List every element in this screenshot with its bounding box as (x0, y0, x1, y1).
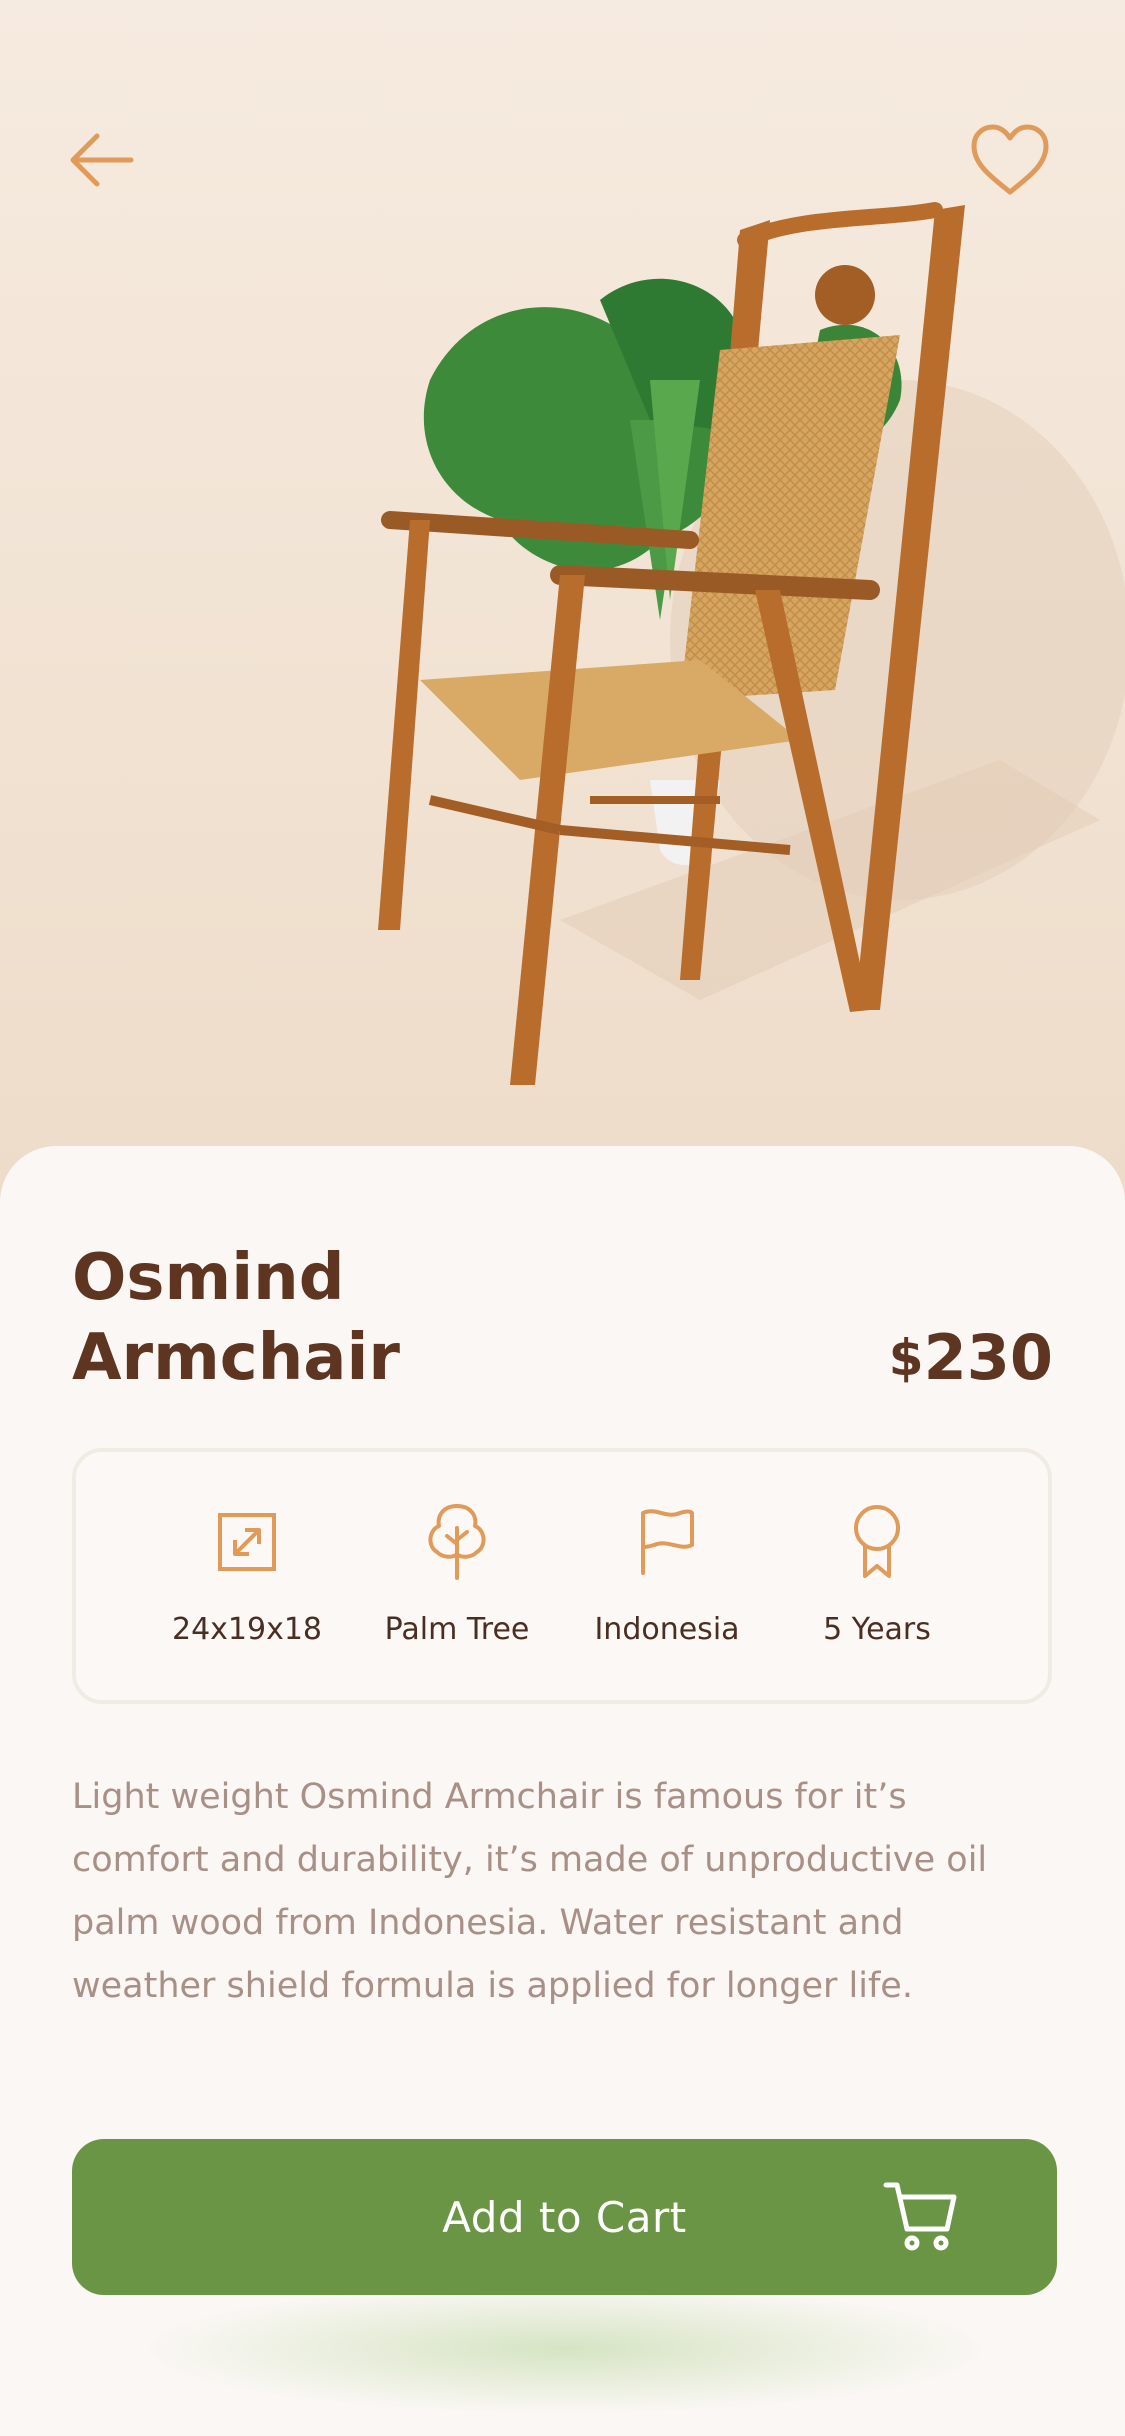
cart-button-glow (140, 2284, 990, 2414)
spec-material: Palm Tree (352, 1452, 562, 1700)
armchair-image (378, 202, 1125, 1085)
product-title-line2: Armchair (72, 1321, 400, 1395)
product-title-line1: Osmind (72, 1241, 345, 1315)
spec-origin-label: Indonesia (594, 1612, 740, 1647)
arrow-left-icon (70, 133, 134, 187)
product-photo (0, 0, 1125, 1200)
product-price: $230 (889, 1318, 1053, 1398)
spec-dimensions: 24x19x18 (142, 1452, 352, 1700)
favorite-button[interactable] (970, 120, 1050, 200)
add-to-cart-label: Add to Cart (442, 2192, 687, 2242)
currency-symbol: $ (888, 1329, 924, 1387)
spec-dimensions-label: 24x19x18 (171, 1612, 323, 1647)
flag-icon (641, 1509, 694, 1575)
shopping-cart-icon (883, 2182, 957, 2251)
expand-dimensions-icon (218, 1513, 276, 1571)
heart-icon (971, 124, 1049, 195)
back-button[interactable] (62, 120, 142, 200)
product-title: Osmind Armchair (72, 1238, 672, 1398)
award-ribbon-icon (854, 1505, 900, 1578)
add-to-cart-button[interactable]: Add to Cart (72, 2139, 1057, 2295)
product-description: Light weight Osmind Armchair is famous f… (72, 1777, 988, 2006)
price-value: 230 (923, 1321, 1053, 1394)
tree-icon (428, 1504, 486, 1580)
product-details-sheet: Osmind Armchair $230 24x19x18 Palm Tree (0, 1146, 1125, 2436)
spec-warranty: 5 Years (772, 1452, 982, 1700)
spec-material-label: Palm Tree (384, 1612, 530, 1647)
spec-warranty-label: 5 Years (823, 1612, 931, 1647)
specs-card: 24x19x18 Palm Tree Indonesia 5 Years (72, 1448, 1052, 1704)
spec-origin: Indonesia (562, 1452, 772, 1700)
